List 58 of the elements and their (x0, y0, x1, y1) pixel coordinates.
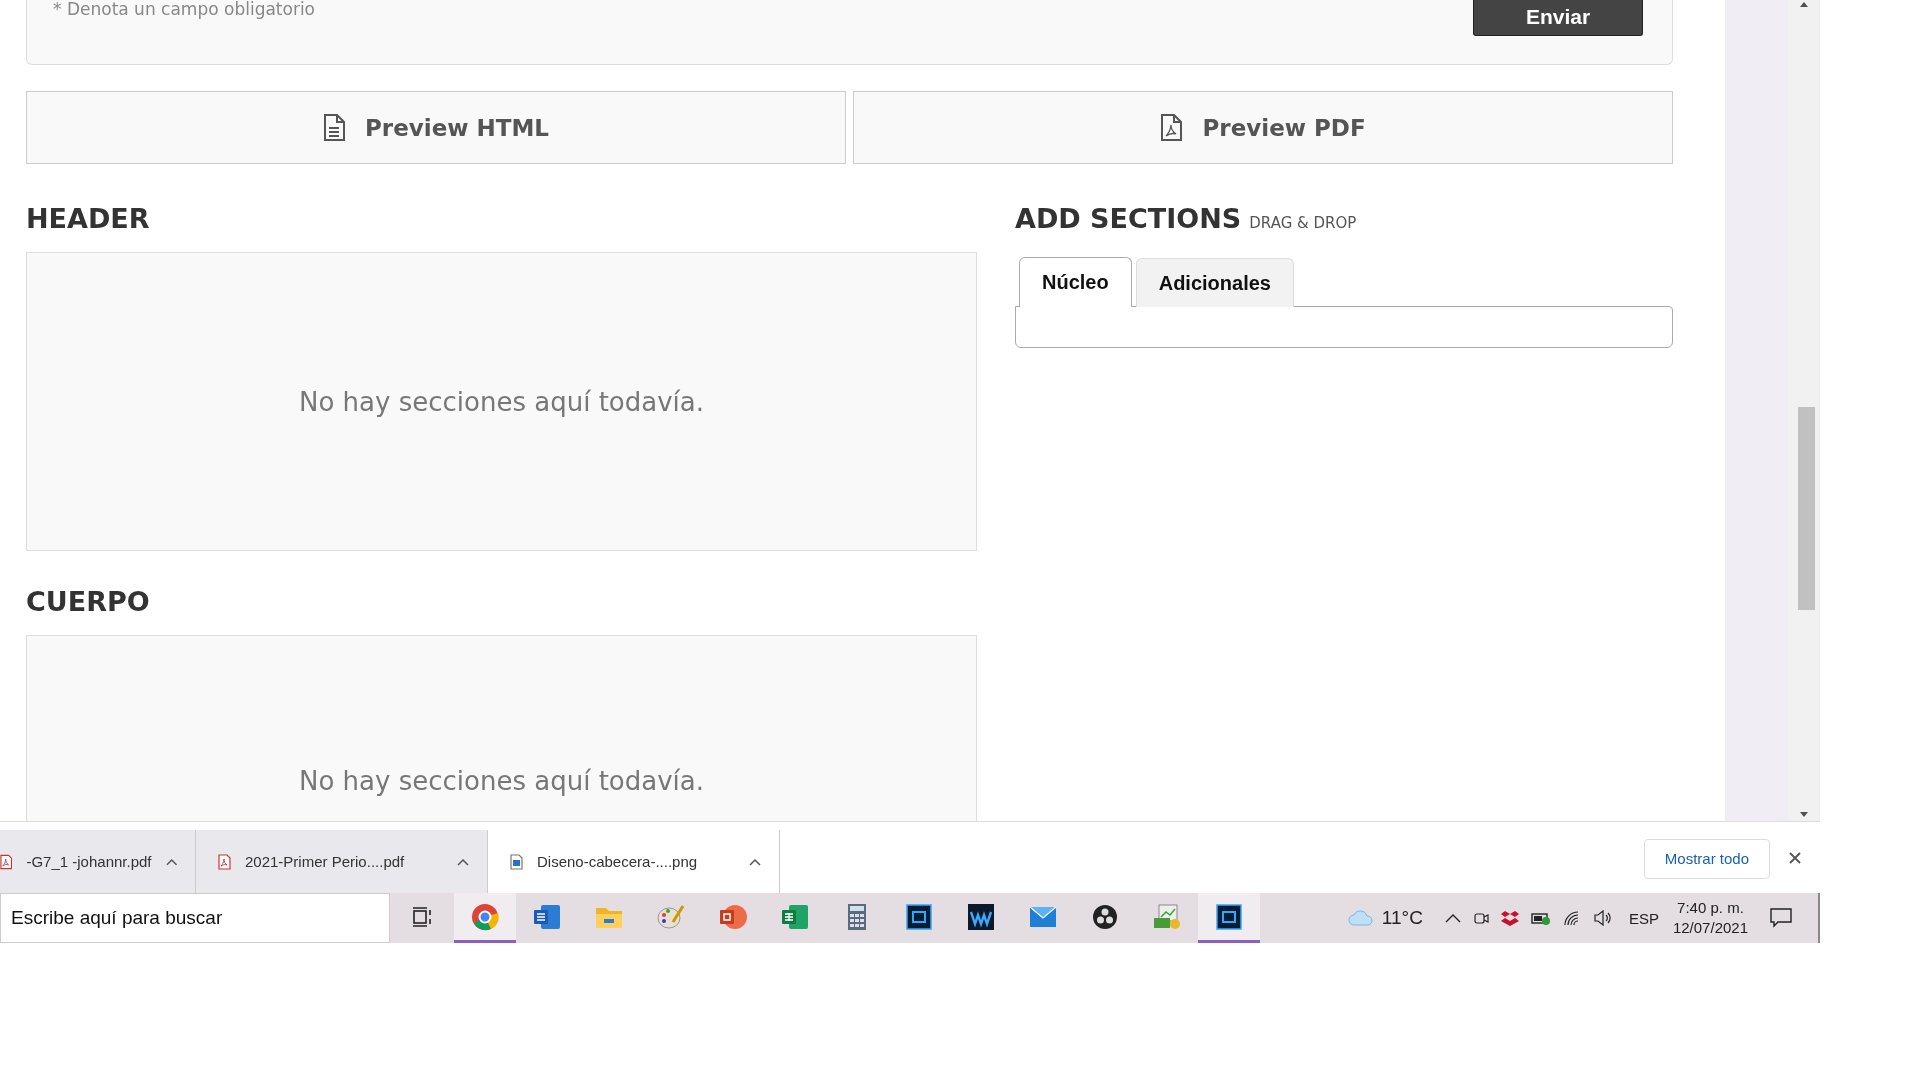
caret-icon[interactable] (457, 857, 469, 866)
notification-icon[interactable] (1770, 908, 1792, 928)
download-filename: Diseno-cabecera-....png (537, 853, 699, 870)
presentation-icon (719, 903, 747, 930)
tab[interactable]: Adicionales (1135, 258, 1294, 307)
close-icon[interactable] (1788, 850, 1802, 865)
pdf-file-icon (0, 853, 13, 870)
taskbar-app[interactable] (1198, 893, 1260, 943)
required-note: * Denota un campo obligatorio (53, 0, 315, 19)
pdf-file-icon (1160, 113, 1183, 142)
download-filename: -G7_1 -johannr.pdf (26, 853, 152, 870)
mail-icon (1029, 905, 1057, 928)
spreadsheet-icon (781, 903, 809, 930)
section-title: ADD SECTIONS (1015, 202, 1242, 236)
browser-icon (471, 902, 499, 931)
battery-icon[interactable] (1530, 911, 1551, 925)
clock-time: 7:40 p. m. (1677, 898, 1744, 918)
scrollbar-thumb[interactable] (1798, 407, 1816, 610)
tab[interactable]: Núcleo (1019, 257, 1132, 307)
camera-icon[interactable] (1472, 910, 1489, 926)
preview-button[interactable]: Preview HTML (26, 91, 847, 164)
section-subtitle: DRAG & DROP (1249, 214, 1357, 232)
caret-icon[interactable] (749, 857, 761, 866)
palette-icon (657, 903, 685, 930)
photo-editor-icon (1216, 903, 1242, 930)
pdf-file-icon (218, 853, 231, 870)
section-title: HEADER (26, 202, 151, 236)
preview-button[interactable]: Preview PDF (853, 91, 1674, 164)
section-title: CUERPO (26, 585, 151, 619)
language-indicator[interactable]: ESP (1628, 909, 1659, 927)
waveform-icon (968, 903, 994, 930)
search-field[interactable]: Escribe aquí para buscar (0, 893, 390, 943)
clock[interactable]: 7:40 p. m. 12/07/2021 (1672, 898, 1748, 938)
word-processor-icon (533, 903, 561, 930)
document-icon (323, 113, 345, 142)
money-icon (1153, 903, 1181, 930)
calculator-icon (847, 902, 867, 931)
photo-editor-icon (906, 903, 932, 930)
image-file-icon (510, 853, 523, 870)
caret-icon[interactable] (165, 857, 177, 866)
chevron-up-icon[interactable] (1444, 913, 1461, 923)
speaker-icon[interactable] (1592, 910, 1613, 926)
cloud-icon (1347, 910, 1374, 926)
show-all-button[interactable]: Mostrar todo (1643, 838, 1770, 879)
task-view-icon (412, 906, 434, 927)
clock-date: 12/07/2021 (1672, 918, 1748, 938)
submit-button[interactable]: Enviar (1473, 0, 1644, 36)
scroll-down-icon[interactable] (1800, 812, 1809, 817)
download-filename: 2021-Primer Perio....pdf (245, 853, 406, 870)
empty-message: No hay secciones aquí todavía. (299, 766, 704, 796)
box-icon[interactable] (1500, 910, 1519, 926)
scrollbar[interactable] (1788, 0, 1820, 821)
empty-message: No hay secciones aquí todavía. (299, 386, 704, 417)
download-item[interactable]: 2021-Primer Perio....pdf (196, 830, 488, 893)
download-item[interactable]: -G7_1 -johannr.pdf (0, 830, 196, 893)
wifi-icon[interactable] (1562, 910, 1581, 926)
scroll-up-icon[interactable] (1800, 2, 1809, 7)
temperature: 11°C (1381, 907, 1423, 929)
